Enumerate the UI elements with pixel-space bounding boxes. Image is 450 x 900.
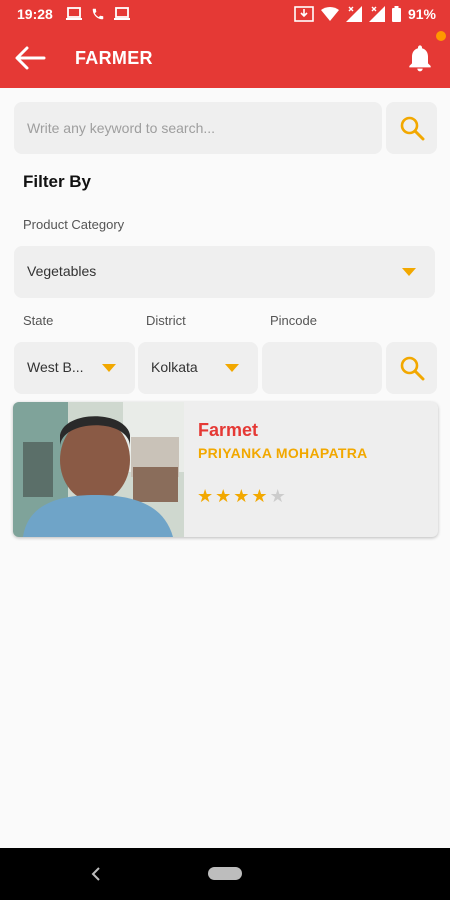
system-nav-bar xyxy=(0,848,450,900)
status-bar: 19:28 91% xyxy=(0,0,450,28)
search-input[interactable] xyxy=(14,102,382,154)
laptop-icon-2 xyxy=(114,7,130,20)
farm-name: Farmet xyxy=(198,420,259,440)
laptop-icon xyxy=(66,7,82,20)
product-category-dropdown[interactable]: Vegetables xyxy=(14,246,435,298)
chevron-down-icon xyxy=(102,364,116,372)
signal-icon-2 xyxy=(368,6,385,22)
owner-name: PRIYANKA MOHAPATRA xyxy=(198,445,368,461)
star-filled-icon: ★ xyxy=(197,486,214,507)
state-dropdown[interactable]: West B... xyxy=(14,342,135,394)
pincode-label: Pincode xyxy=(270,313,317,328)
page-title: FARMER xyxy=(75,48,153,68)
battery-icon xyxy=(391,6,401,22)
farmer-photo xyxy=(13,402,184,537)
chevron-down-icon xyxy=(402,268,416,276)
district-dropdown[interactable]: Kolkata xyxy=(138,342,258,394)
filter-heading: Filter By xyxy=(23,172,92,191)
signal-icon xyxy=(345,6,362,22)
state-label: State xyxy=(23,313,54,328)
district-label: District xyxy=(146,313,186,328)
search-icon xyxy=(400,116,424,141)
search-icon xyxy=(400,356,424,381)
notification-bell-icon[interactable] xyxy=(404,42,436,74)
product-category-value: Vegetables xyxy=(27,263,97,279)
notification-dot xyxy=(436,31,446,41)
product-category-label: Product Category xyxy=(23,217,125,232)
home-pill[interactable] xyxy=(208,867,242,880)
status-right-icons: 91% xyxy=(294,5,436,23)
farmer-card[interactable]: Farmet PRIYANKA MOHAPATRA ★ ★ ★ ★ ★ xyxy=(13,402,438,537)
status-left-icons xyxy=(66,5,130,23)
search-button[interactable] xyxy=(386,102,437,154)
rating-stars: ★ ★ ★ ★ ★ xyxy=(197,488,286,506)
district-value: Kolkata xyxy=(151,359,198,375)
chevron-down-icon xyxy=(225,364,239,372)
status-time: 19:28 xyxy=(17,6,53,22)
wifi-icon xyxy=(320,7,339,21)
star-filled-icon: ★ xyxy=(233,486,250,507)
star-filled-icon: ★ xyxy=(251,486,268,507)
nav-back-icon[interactable] xyxy=(88,865,104,883)
star-empty-icon: ★ xyxy=(269,486,286,507)
pincode-input[interactable] xyxy=(262,342,382,394)
download-box-icon xyxy=(294,6,314,22)
phone-icon xyxy=(92,8,104,20)
back-arrow-icon[interactable] xyxy=(14,45,46,71)
star-filled-icon: ★ xyxy=(215,486,232,507)
filter-search-button[interactable] xyxy=(386,342,437,394)
state-value: West B... xyxy=(27,359,84,375)
battery-percent: 91% xyxy=(407,6,436,22)
app-bar: FARMER xyxy=(0,28,450,88)
